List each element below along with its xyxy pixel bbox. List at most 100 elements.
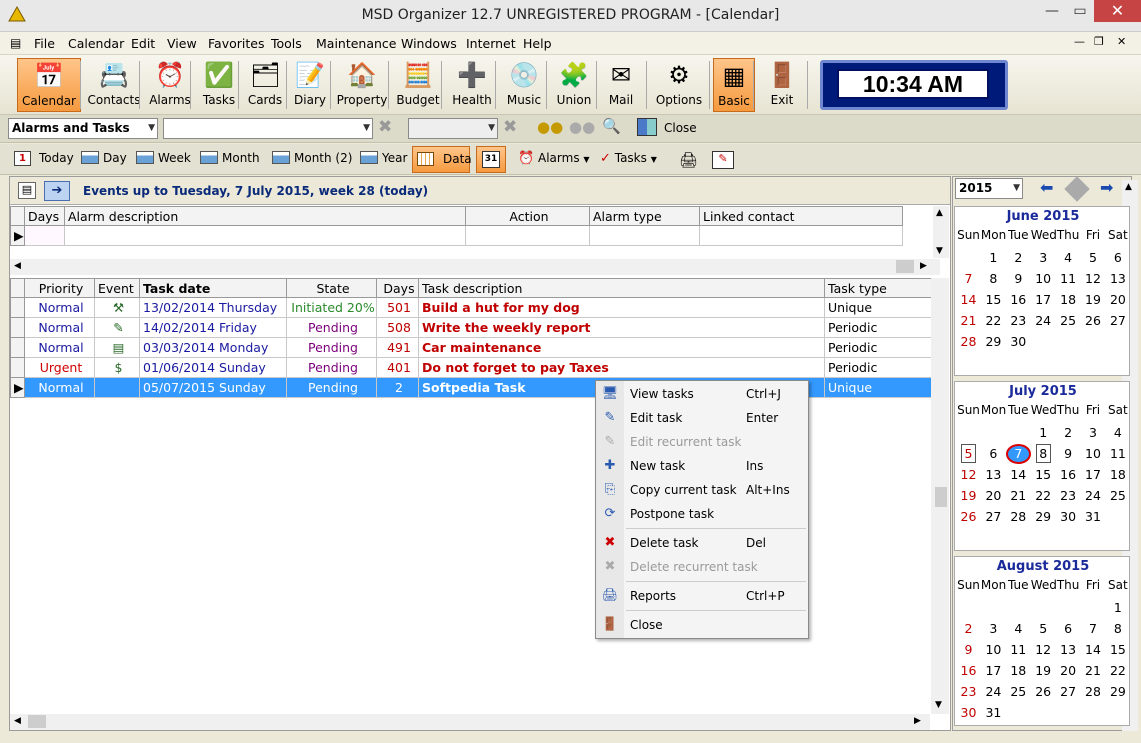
calendar-day[interactable]: 18: [1056, 292, 1081, 307]
secondary-combo[interactable]: ▼: [408, 118, 498, 139]
calendar-day[interactable]: 30: [1006, 334, 1031, 349]
task-date-cell[interactable]: 05/07/2015 Sunday: [139, 377, 287, 398]
calendar-day[interactable]: 9: [1056, 446, 1081, 461]
calendar-day[interactable]: 2: [1056, 425, 1081, 440]
table-row[interactable]: Normal ▤ 03/03/2014 Monday Pending 491 Car ma…: [10, 337, 933, 358]
col-state[interactable]: State: [286, 278, 377, 298]
calendar-day[interactable]: 8: [1035, 444, 1051, 463]
toolbar-alarms-button[interactable]: ⏰ Alarms: [146, 58, 194, 112]
calendar-day[interactable]: 18: [1105, 467, 1130, 482]
calendar-day[interactable]: 17: [1031, 292, 1056, 307]
table-row[interactable]: Normal ✎ 14/02/2014 Friday Pending 508 Write …: [10, 317, 933, 338]
scroll-down-icon[interactable]: ▼: [935, 700, 942, 710]
menu-calendar[interactable]: Calendar: [68, 36, 124, 51]
toolbar-health-button[interactable]: ➕ Health: [448, 58, 496, 112]
toolbar-tasks-button[interactable]: ✅ Tasks: [197, 58, 241, 112]
tasks-vscroll[interactable]: ▼: [931, 278, 949, 714]
calendar-day[interactable]: 28: [1081, 684, 1106, 699]
calendar-day[interactable]: 3: [1031, 250, 1056, 265]
calendar-day[interactable]: 19: [956, 488, 981, 503]
priority-cell[interactable]: Normal: [24, 337, 95, 358]
state-cell[interactable]: Pending: [286, 337, 377, 358]
task-type-cell[interactable]: Periodic: [824, 317, 933, 338]
calendar-day[interactable]: 26: [956, 509, 981, 524]
menu-tools[interactable]: Tools: [271, 36, 302, 51]
calendar-day[interactable]: 22: [981, 313, 1006, 328]
calendar-day[interactable]: 29: [981, 334, 1006, 349]
col-linked-contact[interactable]: Linked contact: [699, 206, 903, 226]
scroll-down-icon[interactable]: ▼: [936, 246, 943, 256]
calendar-day[interactable]: 21: [1081, 663, 1106, 678]
data-button[interactable]: Data: [412, 146, 472, 173]
toolbar-diary-button[interactable]: 📝 Diary: [290, 58, 330, 112]
ctx-edit-task[interactable]: ✎ Edit task Enter: [596, 407, 808, 429]
today-icon[interactable]: 1: [14, 151, 31, 166]
prev-arrow-icon[interactable]: ⬅: [1040, 178, 1053, 197]
menu-maintenance[interactable]: Maintenance: [316, 36, 397, 51]
task-description-cell[interactable]: Build a hut for my dog: [418, 297, 825, 318]
magnifier-icon[interactable]: 🔍: [602, 117, 621, 135]
calendar-day[interactable]: 12: [1031, 642, 1056, 657]
calendar-day[interactable]: 30: [956, 705, 981, 720]
cell[interactable]: [589, 225, 700, 246]
calendar-day[interactable]: 25: [1006, 684, 1031, 699]
cell[interactable]: [24, 225, 65, 246]
state-cell[interactable]: Pending: [286, 317, 377, 338]
month-button[interactable]: Month: [200, 151, 260, 169]
toolbar-basic-button[interactable]: ▦ Basic: [713, 58, 755, 112]
scroll-thumb[interactable]: [935, 487, 947, 507]
calendar-day[interactable]: 23: [1056, 488, 1081, 503]
toolbar-music-button[interactable]: 💿 Music: [501, 58, 547, 112]
calendar-day[interactable]: 4: [1006, 621, 1031, 636]
view-combo[interactable]: Alarms and Tasks ▼: [8, 118, 158, 139]
col-task-type[interactable]: Task type: [824, 278, 933, 298]
col-priority[interactable]: Priority: [24, 278, 95, 298]
calendar-day[interactable]: 1: [981, 250, 1006, 265]
cell[interactable]: [465, 225, 590, 246]
calendar-day[interactable]: 26: [1031, 684, 1056, 699]
event-cell[interactable]: $: [94, 357, 140, 378]
calendar-day[interactable]: 16: [1056, 467, 1081, 482]
week-button[interactable]: Week: [136, 151, 191, 169]
year-button[interactable]: Year: [360, 151, 407, 169]
calendar-day[interactable]: 25: [1056, 313, 1081, 328]
ctx-postpone-task[interactable]: ⟳ Postpone task: [596, 503, 808, 525]
col-days[interactable]: Days: [376, 278, 419, 298]
task-date-cell[interactable]: 03/03/2014 Monday: [139, 337, 287, 358]
calendar-day[interactable]: 6: [1056, 621, 1081, 636]
calendar-day[interactable]: 11: [1056, 271, 1081, 286]
calendar-day[interactable]: 12: [956, 467, 981, 482]
calendar-day-today[interactable]: 7: [1005, 444, 1031, 464]
goto-arrow-icon[interactable]: ➔: [44, 181, 70, 201]
table-row[interactable]: ▶: [10, 225, 903, 246]
calendar-day[interactable]: 5: [961, 444, 976, 463]
col-action[interactable]: Action: [465, 206, 590, 226]
calendar-day[interactable]: 21: [1006, 488, 1031, 503]
calendar-day[interactable]: 24: [981, 684, 1006, 699]
calendar-day[interactable]: 16: [1006, 292, 1031, 307]
calendar-day[interactable]: 23: [1006, 313, 1031, 328]
task-type-cell[interactable]: Periodic: [824, 337, 933, 358]
calendar-day[interactable]: 28: [1006, 509, 1031, 524]
calendar-day[interactable]: 8: [981, 271, 1006, 286]
priority-cell[interactable]: Normal: [24, 377, 95, 398]
task-description-cell[interactable]: Car maintenance: [418, 337, 825, 358]
state-cell[interactable]: Pending: [286, 357, 377, 378]
state-cell[interactable]: Pending: [286, 377, 377, 398]
calendar-day[interactable]: 5: [1081, 250, 1106, 265]
calendar-day[interactable]: 28: [956, 334, 981, 349]
calendar-day[interactable]: 30: [1056, 509, 1081, 524]
calendar-day[interactable]: 11: [1006, 642, 1031, 657]
toolbar-contacts-button[interactable]: 📇 Contacts: [86, 58, 142, 112]
calendar-day[interactable]: 1: [1031, 425, 1056, 440]
calendar-day[interactable]: 31: [1081, 509, 1106, 524]
calendar-day[interactable]: 29: [1031, 509, 1056, 524]
calendar-day[interactable]: 27: [1056, 684, 1081, 699]
event-cell[interactable]: ▤: [94, 337, 140, 358]
calendar-day[interactable]: 26: [1081, 313, 1106, 328]
calendar-day[interactable]: 29: [1105, 684, 1130, 699]
calendar-day[interactable]: 3: [1081, 425, 1106, 440]
menu-help[interactable]: Help: [523, 36, 552, 51]
calendar-day[interactable]: 10: [1031, 271, 1056, 286]
calendar-day[interactable]: 24: [1031, 313, 1056, 328]
